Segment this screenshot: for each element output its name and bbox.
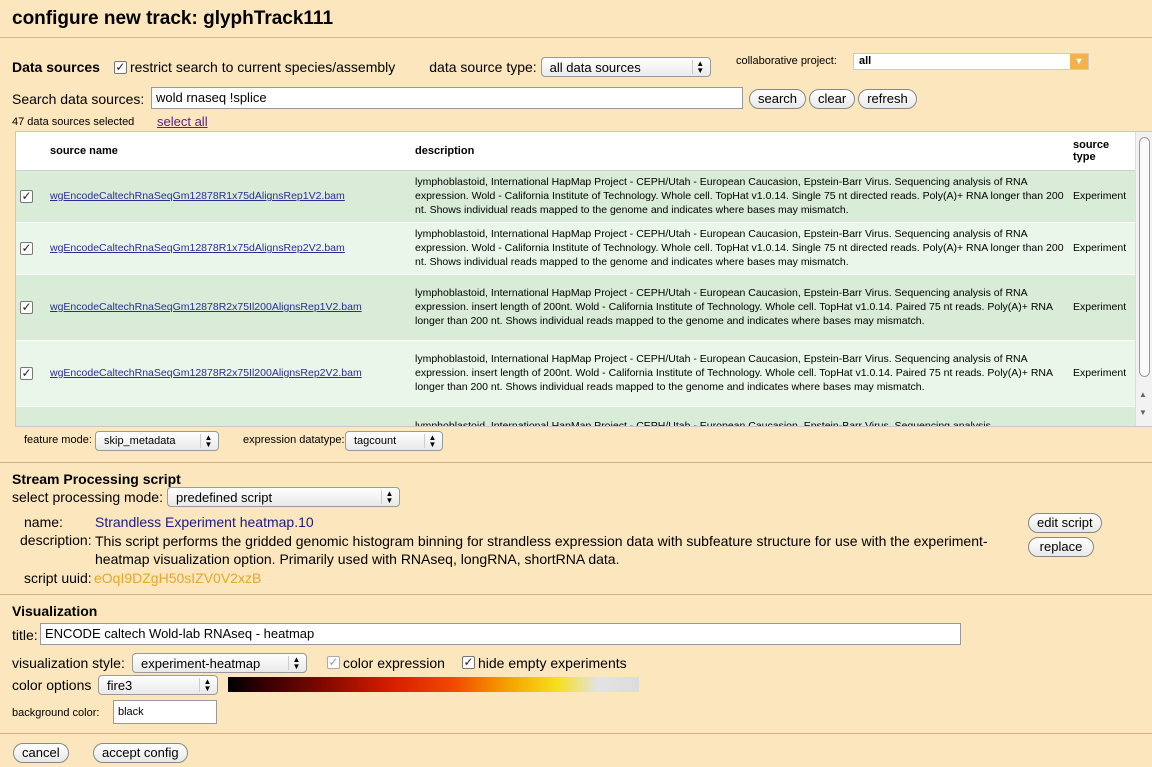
selected-count: 47 data sources selected	[12, 116, 135, 128]
feature-mode-label: feature mode:	[24, 434, 92, 446]
select-arrows-icon: ▲ ▼	[691, 60, 706, 75]
search-label: Search data sources:	[12, 91, 145, 107]
color-scale-preview	[228, 677, 639, 692]
select-all-link[interactable]: select all	[157, 114, 208, 129]
color-options-select[interactable]: fire3 ▲ ▼	[98, 675, 218, 695]
source-name-link[interactable]: wgEncodeCaltechRnaSeqGm12878R2x75Il200Al…	[50, 367, 362, 379]
table-scrollbar[interactable]: ▲ ▼	[1135, 132, 1152, 426]
datasources-toolbar: Data sources ✓ restrict search to curren…	[12, 56, 711, 78]
hide-empty-checkbox[interactable]: ✓	[462, 656, 475, 669]
row-checkbox[interactable]: ✓	[20, 241, 33, 255]
source-type: Experiment	[1069, 340, 1137, 407]
hide-empty-label: hide empty experiments	[478, 655, 627, 671]
source-description: lymphoblastoid, International HapMap Pro…	[411, 222, 1069, 275]
script-desc-label: description:	[20, 532, 92, 548]
viz-title-label: title:	[12, 627, 38, 643]
source-type	[1069, 406, 1137, 426]
source-description: lymphoblastoid, International HapMap Pro…	[411, 274, 1069, 341]
restrict-search-checkbox[interactable]: ✓	[113, 60, 127, 74]
source-type: Experiment	[1069, 170, 1137, 223]
table-row[interactable]: ✓ wgEncodeCaltechRnaSeqGm12878R1x75dAlig…	[16, 222, 1137, 275]
select-arrows-icon: ▲ ▼	[288, 656, 302, 671]
processing-mode-value: predefined script	[176, 489, 273, 505]
datasource-type-select[interactable]: all data sources ▲ ▼	[540, 57, 711, 77]
source-name-link[interactable]: wgEncodeCaltechRnaSeqGm12878R1x75dAligns…	[50, 190, 345, 202]
datasource-type-value: all data sources	[549, 59, 641, 75]
feature-mode-value: skip_metadata	[104, 435, 176, 447]
scrollbar-thumb[interactable]	[1139, 137, 1150, 377]
source-description: lymphoblastoid, International HapMap Pro…	[411, 406, 1069, 426]
select-arrows-icon: ▲ ▼	[199, 678, 213, 693]
table-row[interactable]: lymphoblastoid, International HapMap Pro…	[16, 406, 1137, 426]
cancel-button[interactable]: cancel	[13, 743, 69, 763]
source-description: lymphoblastoid, International HapMap Pro…	[411, 170, 1069, 223]
script-uuid-label: script uuid:	[24, 570, 92, 586]
row-checkbox[interactable]: ✓	[20, 189, 33, 203]
processing-mode-select[interactable]: predefined script ▲ ▼	[167, 487, 400, 507]
replace-button[interactable]: replace	[1028, 537, 1094, 557]
restrict-search-label: restrict search to current species/assem…	[129, 59, 396, 75]
color-expression-checkbox[interactable]: ✓	[327, 656, 340, 669]
datasource-type-label: data source type:	[429, 59, 537, 75]
scroll-down-icon[interactable]: ▼	[1139, 408, 1147, 417]
divider	[0, 733, 1152, 734]
accept-config-button[interactable]: accept config	[93, 743, 188, 763]
select-arrows-icon: ▲ ▼	[424, 434, 438, 449]
select-arrows-icon: ▲ ▼	[381, 490, 395, 505]
table-row[interactable]: ✓ wgEncodeCaltechRnaSeqGm12878R1x75dAlig…	[16, 170, 1137, 223]
processing-mode-label: select processing mode:	[12, 489, 163, 505]
table-row[interactable]: ✓ wgEncodeCaltechRnaSeqGm12878R2x75Il200…	[16, 340, 1137, 407]
script-name-label: name:	[24, 514, 63, 530]
color-options-value: fire3	[107, 677, 133, 693]
col-description: description	[411, 132, 1069, 171]
expression-datatype-value: tagcount	[354, 435, 397, 447]
viz-title-input[interactable]: ENCODE caltech Wold-lab RNAseq - heatmap	[40, 623, 961, 645]
color-options-label: color options	[12, 677, 92, 693]
background-color-input[interactable]: black	[113, 700, 217, 724]
viz-style-select[interactable]: experiment-heatmap ▲ ▼	[132, 653, 307, 673]
viz-style-label: visualization style:	[12, 655, 125, 671]
expression-datatype-label: expression datatype:	[243, 434, 345, 446]
page-title: configure new track: glyphTrack111	[0, 0, 1152, 38]
visualization-header: Visualization	[12, 603, 98, 619]
source-name-link[interactable]: wgEncodeCaltechRnaSeqGm12878R2x75Il200Al…	[50, 301, 362, 313]
search-input[interactable]: wold rnaseq !splice	[151, 87, 743, 109]
edit-script-button[interactable]: edit script	[1028, 513, 1102, 533]
source-type: Experiment	[1069, 274, 1137, 341]
script-description: This script performs the gridded genomic…	[95, 533, 988, 567]
script-uuid: eOqI9DZgH50sIZV0V2xzB	[94, 570, 262, 586]
collab-project-value: all	[859, 55, 872, 67]
search-button[interactable]: search	[749, 89, 807, 109]
stream-header: Stream Processing script	[12, 471, 181, 487]
source-type: Experiment	[1069, 222, 1137, 275]
source-description: lymphoblastoid, International HapMap Pro…	[411, 340, 1069, 407]
script-name: Strandless Experiment heatmap.10	[95, 514, 314, 530]
expression-datatype-select[interactable]: tagcount ▲ ▼	[345, 431, 443, 451]
collab-project-select[interactable]: all ▼	[853, 53, 1089, 70]
table-row[interactable]: ✓ wgEncodeCaltechRnaSeqGm12878R2x75Il200…	[16, 274, 1137, 341]
background-color-label: background color:	[12, 707, 100, 719]
collab-project-label: collaborative project:	[736, 55, 837, 67]
divider	[0, 594, 1152, 595]
col-check	[16, 132, 46, 171]
datasources-header: Data sources	[12, 59, 100, 75]
viz-style-value: experiment-heatmap	[141, 655, 261, 671]
divider	[0, 462, 1152, 463]
feature-mode-select[interactable]: skip_metadata ▲ ▼	[95, 431, 219, 451]
clear-button[interactable]: clear	[809, 89, 856, 109]
datasources-table: source name description source type ✓ wg…	[15, 131, 1152, 427]
source-name-link[interactable]: wgEncodeCaltechRnaSeqGm12878R1x75dAligns…	[50, 242, 345, 254]
row-checkbox[interactable]: ✓	[20, 300, 33, 314]
scroll-up-icon[interactable]: ▲	[1139, 390, 1147, 399]
color-expression-label: color expression	[343, 655, 445, 671]
row-checkbox[interactable]: ✓	[20, 366, 33, 380]
col-source-type: source type	[1069, 132, 1137, 171]
chevron-down-icon: ▼	[1070, 54, 1088, 69]
select-arrows-icon: ▲ ▼	[200, 434, 214, 449]
search-buttons: search clear refresh	[749, 89, 917, 109]
col-source-name: source name	[46, 132, 411, 171]
refresh-button[interactable]: refresh	[858, 89, 917, 109]
